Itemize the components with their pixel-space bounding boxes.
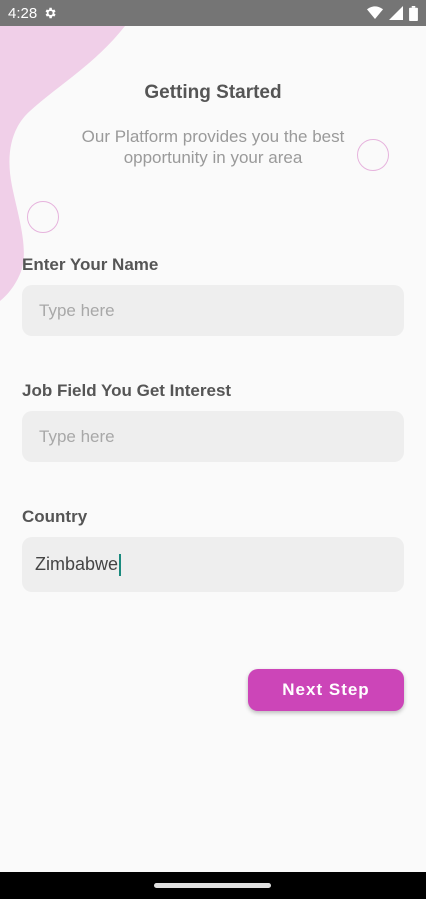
country-field[interactable]: Zimbabwe [22, 537, 404, 592]
job-field-label: Job Field You Get Interest [22, 381, 232, 400]
wifi-icon [367, 6, 383, 20]
navigation-bar [0, 872, 426, 899]
status-icons [367, 5, 418, 21]
decorative-ring [357, 139, 389, 171]
country-label: Country [22, 507, 88, 526]
name-label: Enter Your Name [22, 255, 159, 274]
job-field[interactable] [22, 411, 404, 462]
gear-icon [43, 6, 57, 20]
job-field-input[interactable] [22, 426, 404, 447]
country-input[interactable]: Zimbabwe [22, 553, 122, 576]
signal-icon [389, 6, 403, 20]
text-cursor [119, 553, 122, 576]
name-field[interactable] [22, 285, 404, 336]
battery-icon [409, 5, 418, 21]
screen: 4:28 Getting Started Our Platform provid… [0, 0, 426, 899]
name-input[interactable] [22, 300, 404, 321]
page-title: Getting Started [144, 82, 282, 103]
country-value: Zimbabwe [35, 554, 119, 574]
status-bar: 4:28 [0, 0, 426, 26]
page-subtitle: Our Platform provides you the best oppor… [81, 127, 345, 167]
decorative-ring [27, 201, 59, 233]
status-time: 4:28 [8, 4, 38, 22]
next-step-button[interactable]: Next Step [248, 669, 404, 711]
home-indicator[interactable] [154, 883, 271, 888]
